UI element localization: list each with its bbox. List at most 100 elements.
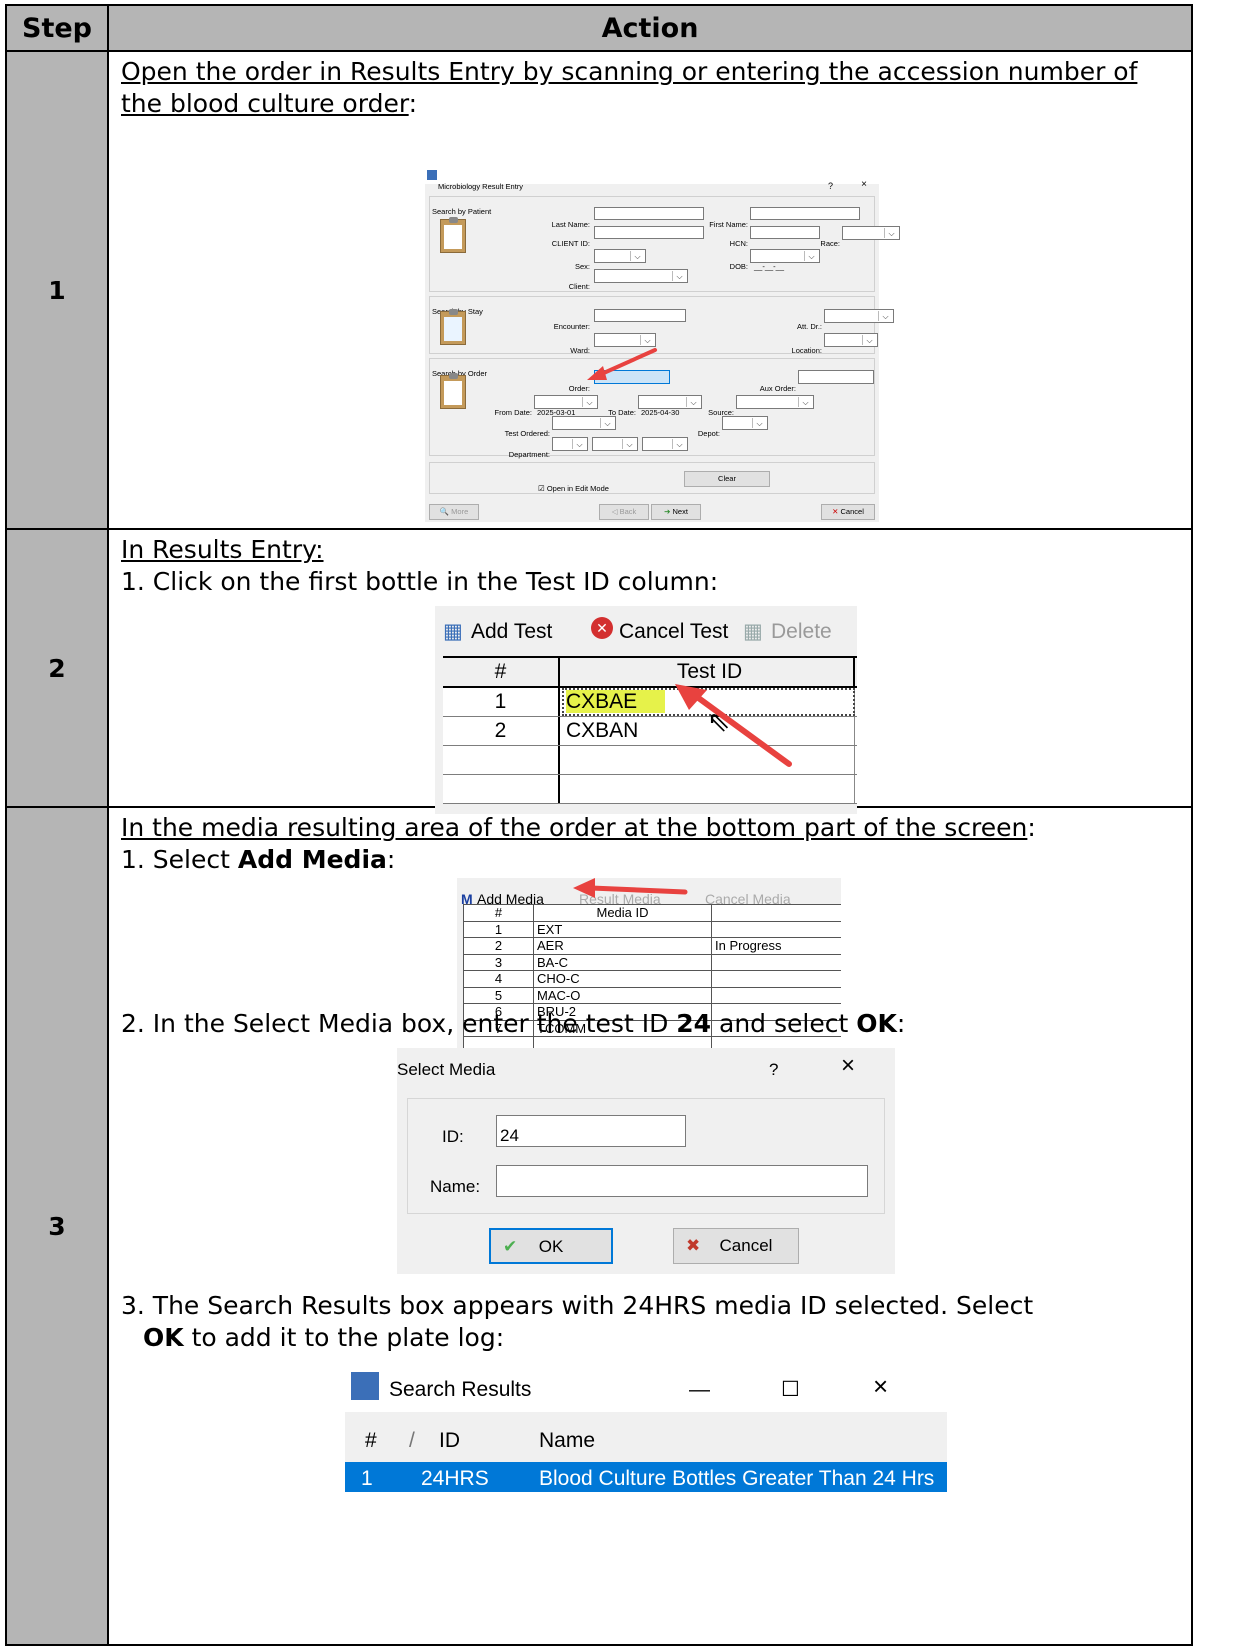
- last-name-input[interactable]: [594, 207, 704, 220]
- results-row-selected[interactable]: 1 24HRS Blood Culture Bottles Greater Th…: [345, 1462, 947, 1492]
- cancel-test-icon: ✕: [591, 617, 613, 639]
- clear-button[interactable]: Clear: [684, 471, 770, 487]
- app-icon: [351, 1372, 379, 1400]
- att-dr-dropdown[interactable]: ⌵: [824, 309, 894, 323]
- step3-intro: In the media resulting area of the order…: [121, 813, 1028, 842]
- table-header: # Test ID: [443, 656, 857, 688]
- cancel-test-button[interactable]: Cancel Test: [619, 616, 728, 648]
- client-id-input[interactable]: [594, 226, 704, 239]
- search-results-title: Search Results: [389, 1378, 532, 1401]
- step3-action: In the media resulting area of the order…: [107, 806, 1193, 1646]
- stay-clipboard-icon: [440, 309, 466, 345]
- cancel-x-icon: ✕: [832, 507, 839, 516]
- step2-item1: 1. Click on the first bottle in the Test…: [121, 567, 719, 596]
- next-arrow-icon: ➔: [664, 507, 671, 516]
- close-button[interactable]: ×: [841, 1050, 855, 1082]
- options-group: ☑ Open in Edit Mode Clear: [429, 462, 875, 494]
- media-id-input[interactable]: 24: [496, 1115, 686, 1147]
- maximize-button[interactable]: ☐: [781, 1374, 800, 1406]
- test-ordered-dropdown[interactable]: ⌵: [552, 416, 616, 430]
- hcn-input[interactable]: [750, 226, 820, 239]
- cancel-x-icon: ✖: [686, 1236, 701, 1255]
- location-dropdown[interactable]: ⌵: [824, 333, 878, 347]
- order-clipboard-icon: [440, 373, 466, 409]
- dob-picker[interactable]: __-__-__ ⌵: [750, 249, 820, 271]
- race-dropdown[interactable]: ⌵: [842, 226, 900, 240]
- step3-item2: 2. In the Select Media box, enter the te…: [121, 1009, 906, 1038]
- patient-clipboard-icon: [440, 217, 466, 253]
- next-button[interactable]: ➔ Next: [651, 504, 701, 520]
- mouse-cursor-icon: ⇖: [707, 706, 731, 737]
- minimize-button[interactable]: —: [689, 1374, 710, 1406]
- add-test-icon: ▦: [443, 620, 463, 643]
- media-row[interactable]: 1 EXT: [463, 920, 841, 938]
- results-entry-test-grid: ▦ Add Test ✕ Cancel Test ▦ Delete # Test…: [435, 606, 857, 814]
- test-id-cxbae[interactable]: CXBAE: [566, 690, 666, 713]
- select-media-dialog: Select Media ? × ID: 24 Name: ✔ OK ✖ Cance…: [397, 1048, 895, 1274]
- step3-item3-line2: OK to add it to the plate log:: [143, 1323, 505, 1352]
- step2-intro: In Results Entry:: [121, 535, 324, 564]
- results-header: # / ID Name: [365, 1429, 596, 1452]
- media-name-input[interactable]: [496, 1165, 868, 1197]
- open-edit-mode-checkbox[interactable]: ☑ Open in Edit Mode: [538, 473, 609, 505]
- help-button[interactable]: ?: [769, 1054, 778, 1086]
- aux-order-input[interactable]: [798, 370, 874, 384]
- media-toolbar: M Add Media Result Media Cancel Media: [457, 878, 841, 907]
- check-icon: ✔: [503, 1237, 518, 1256]
- department-dropdown-2[interactable]: ⌵: [592, 437, 638, 451]
- table-row[interactable]: 1 CXBAE: [443, 688, 857, 717]
- department-dropdown-3[interactable]: ⌵: [642, 437, 688, 451]
- step1-instruction: Open the order in Results Entry by scann…: [121, 57, 1138, 118]
- media-row[interactable]: 4 CHO-C: [463, 970, 841, 988]
- depot-dropdown[interactable]: ⌵: [722, 416, 768, 430]
- table-row: [443, 746, 857, 775]
- step3-item3-line1: 3. The Search Results box appears with 2…: [121, 1291, 1034, 1320]
- delete-button[interactable]: Delete: [771, 616, 832, 648]
- first-name-input[interactable]: [750, 207, 860, 220]
- microbiology-result-entry-dialog: Microbiology Result Entry ? × Search by …: [425, 168, 900, 522]
- step2-action: In Results Entry: 1. Click on the first …: [107, 528, 1193, 814]
- dialog-titlebar: Microbiology Result Entry ? ×: [425, 168, 879, 191]
- search-by-order-group: Search by Order Order: Aux Order: From D…: [429, 358, 875, 459]
- select-media-title: Select Media: [397, 1060, 496, 1079]
- to-date-picker[interactable]: 2025-04-30 ⌵: [638, 395, 702, 417]
- procedure-table: Step Action 1 Open the order in Results …: [5, 4, 1193, 1646]
- from-date-picker[interactable]: 2025-03-01 ⌵: [534, 395, 598, 417]
- step-header: Step: [5, 4, 109, 52]
- media-row[interactable]: 2 AER In Progress: [463, 937, 841, 955]
- close-button[interactable]: ×: [873, 1370, 888, 1402]
- client-dropdown[interactable]: ⌵: [594, 269, 688, 283]
- step-number-3: 3: [5, 806, 109, 1646]
- sex-dropdown[interactable]: ⌵: [594, 249, 646, 263]
- table-row: [443, 775, 857, 804]
- step3-item1: 1. Select Add Media:: [121, 845, 396, 874]
- select-media-titlebar: Select Media ? ×: [397, 1048, 895, 1084]
- step-number-2: 2: [5, 528, 109, 808]
- test-id-table: # Test ID 1 CXBAE 2 CXBAN: [443, 656, 857, 804]
- media-row[interactable]: 3 BA-C: [463, 953, 841, 971]
- source-dropdown[interactable]: ⌵: [736, 395, 814, 409]
- search-by-stay-group: Search by Stay Encounter: Att. Dr.: ⌵ Wa…: [429, 296, 894, 355]
- app-icon: [427, 170, 437, 180]
- table-row[interactable]: 2 CXBAN: [443, 717, 857, 746]
- search-by-patient-group: Search by Patient Last Name: First Name:…: [429, 196, 900, 292]
- search-results-titlebar: Search Results — ☐ ×: [345, 1362, 947, 1412]
- media-row[interactable]: 5 MAC-O: [463, 986, 841, 1004]
- back-button[interactable]: ◁ Back: [599, 504, 649, 520]
- ok-button[interactable]: ✔ OK: [489, 1228, 613, 1264]
- delete-icon: ▦: [743, 620, 763, 643]
- select-media-panel: ID: 24 Name:: [407, 1098, 885, 1214]
- test-toolbar: ▦ Add Test ✕ Cancel Test ▦ Delete: [435, 606, 857, 650]
- search-results-dialog: Search Results — ☐ × # / ID Name 1 24HRS…: [345, 1362, 947, 1492]
- cancel-button[interactable]: ✕ Cancel: [821, 504, 875, 520]
- order-input[interactable]: [594, 370, 670, 384]
- step1-action: Open the order in Results Entry by scann…: [107, 50, 1193, 530]
- encounter-input[interactable]: [594, 309, 686, 322]
- ward-dropdown[interactable]: ⌵: [594, 333, 656, 347]
- cancel-button[interactable]: ✖ Cancel: [673, 1228, 799, 1264]
- step-number-1: 1: [5, 50, 109, 530]
- department-dropdown-1[interactable]: ⌵: [552, 437, 588, 451]
- add-test-button[interactable]: Add Test: [471, 616, 552, 648]
- more-button[interactable]: 🔍 More: [429, 504, 479, 520]
- action-header: Action: [107, 4, 1193, 52]
